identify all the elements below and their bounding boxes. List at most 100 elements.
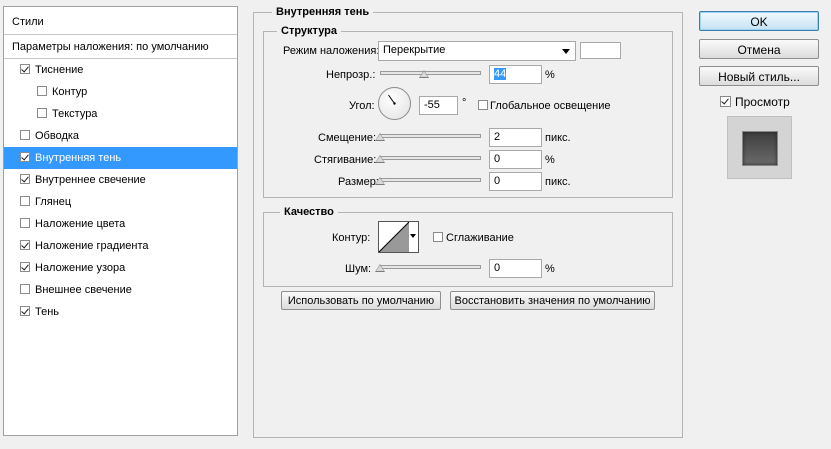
style-item-label: Глянец — [35, 196, 72, 208]
angle-value: -55 — [424, 99, 440, 111]
contour-linear-icon — [379, 222, 409, 252]
style-item-label: Внутренняя тень — [35, 152, 122, 164]
global-light-label: Глобальное освещение — [490, 100, 611, 112]
inner-shadow-title: Внутренняя тень — [272, 6, 374, 18]
style-item-checkbox[interactable] — [20, 284, 30, 294]
size-unit: пикс. — [545, 176, 571, 188]
choke-slider[interactable] — [380, 156, 481, 160]
style-item-checkbox[interactable] — [20, 64, 30, 74]
style-item[interactable]: Текстура — [4, 103, 237, 125]
blending-options-label: Параметры наложения: по умолчанию — [12, 41, 209, 53]
style-item-checkbox[interactable] — [20, 218, 30, 228]
style-item-checkbox[interactable] — [20, 196, 30, 206]
preview-checkbox[interactable] — [720, 96, 731, 107]
opacity-input[interactable]: 44 — [489, 65, 542, 84]
style-item[interactable]: Внешнее свечение — [4, 279, 237, 301]
style-item-label: Внутреннее свечение — [35, 174, 146, 186]
size-slider-thumb[interactable] — [375, 177, 385, 185]
style-item[interactable]: Наложение цвета — [4, 213, 237, 235]
style-item-label: Тень — [35, 306, 60, 318]
noise-slider[interactable] — [380, 265, 481, 269]
noise-value: 0 — [494, 262, 501, 274]
opacity-value: 44 — [494, 68, 507, 80]
blend-color-swatch[interactable] — [580, 42, 621, 59]
style-item-label: Наложение градиента — [35, 240, 149, 252]
style-item-label: Тиснение — [35, 64, 84, 76]
style-preview-thumbnail — [727, 116, 792, 179]
choke-slider-thumb[interactable] — [375, 155, 385, 163]
choke-value: 0 — [494, 153, 501, 165]
style-item-label: Наложение узора — [35, 262, 126, 274]
style-item-label: Внешнее свечение — [35, 284, 132, 296]
opacity-slider[interactable] — [380, 71, 481, 75]
style-item-checkbox[interactable] — [37, 86, 47, 96]
style-item[interactable]: Внутреннее свечение — [4, 169, 237, 191]
style-item-label: Наложение цвета — [35, 218, 126, 230]
angle-label: Угол: — [349, 100, 375, 112]
structure-title: Структура — [277, 25, 341, 37]
size-value: 0 — [494, 175, 501, 187]
style-item-checkbox[interactable] — [20, 306, 30, 316]
opacity-slider-thumb[interactable] — [419, 70, 430, 78]
style-item[interactable]: Наложение узора — [4, 257, 237, 279]
contour-label: Контур: — [332, 232, 371, 244]
size-input[interactable]: 0 — [489, 172, 542, 191]
distance-unit: пикс. — [545, 132, 571, 144]
style-item-label: Обводка — [35, 130, 80, 142]
distance-value: 2 — [494, 131, 501, 143]
angle-dial[interactable] — [378, 87, 411, 120]
reset-default-button[interactable]: Восстановить значения по умолчанию — [450, 291, 655, 310]
style-item[interactable]: Глянец — [4, 191, 237, 213]
antialias-checkbox[interactable] — [433, 232, 443, 242]
style-item[interactable]: Внутренняя тень — [4, 147, 237, 169]
make-default-button[interactable]: Использовать по умолчанию — [281, 291, 441, 310]
quality-title: Качество — [280, 206, 338, 218]
distance-slider-thumb[interactable] — [375, 133, 385, 141]
styles-header-label: Стили — [12, 16, 44, 28]
style-item-label: Контур — [52, 86, 88, 98]
style-item-checkbox[interactable] — [20, 130, 30, 140]
antialias-label: Сглаживание — [446, 232, 514, 244]
size-label: Размер: — [338, 176, 379, 188]
quality-group — [263, 212, 673, 287]
contour-picker[interactable] — [378, 221, 419, 253]
angle-dial-needle — [388, 94, 396, 105]
style-item-checkbox[interactable] — [20, 174, 30, 184]
choke-label: Стягивание: — [314, 154, 377, 166]
blend-mode-select[interactable]: Перекрытие — [378, 41, 576, 61]
style-item-checkbox[interactable] — [20, 240, 30, 250]
global-light-checkbox[interactable] — [478, 100, 488, 110]
opacity-unit: % — [545, 69, 555, 81]
preview-label: Просмотр — [735, 95, 790, 109]
noise-input[interactable]: 0 — [489, 259, 542, 278]
chevron-down-icon — [562, 49, 570, 54]
styles-list-panel: Стили Параметры наложения: по умолчанию … — [3, 6, 238, 436]
style-item-checkbox[interactable] — [20, 152, 30, 162]
choke-input[interactable]: 0 — [489, 150, 542, 169]
style-item[interactable]: Контур — [4, 81, 237, 103]
noise-label: Шум: — [345, 263, 372, 275]
opacity-label: Непрозр.: — [326, 69, 376, 81]
ok-button[interactable]: OK — [699, 11, 819, 31]
style-item[interactable]: Обводка — [4, 125, 237, 147]
angle-input[interactable]: -55 — [419, 96, 458, 115]
style-item[interactable]: Наложение градиента — [4, 235, 237, 257]
new-style-button[interactable]: Новый стиль... — [699, 66, 819, 86]
noise-slider-thumb[interactable] — [375, 264, 385, 272]
distance-slider[interactable] — [380, 134, 481, 138]
style-item-checkbox[interactable] — [20, 262, 30, 272]
chevron-down-icon[interactable] — [410, 234, 416, 238]
styles-header[interactable]: Стили — [4, 7, 237, 35]
style-item[interactable]: Тиснение — [4, 59, 237, 81]
cancel-button[interactable]: Отмена — [699, 39, 819, 59]
angle-unit: ° — [462, 97, 467, 109]
style-item[interactable]: Тень — [4, 301, 237, 323]
size-slider[interactable] — [380, 178, 481, 182]
distance-input[interactable]: 2 — [489, 128, 542, 147]
blending-options-item[interactable]: Параметры наложения: по умолчанию — [4, 36, 237, 59]
style-item-checkbox[interactable] — [37, 108, 47, 118]
blend-mode-value: Перекрытие — [383, 44, 446, 56]
choke-unit: % — [545, 154, 555, 166]
preview-swatch — [742, 131, 778, 166]
distance-label: Смещение: — [318, 132, 377, 144]
